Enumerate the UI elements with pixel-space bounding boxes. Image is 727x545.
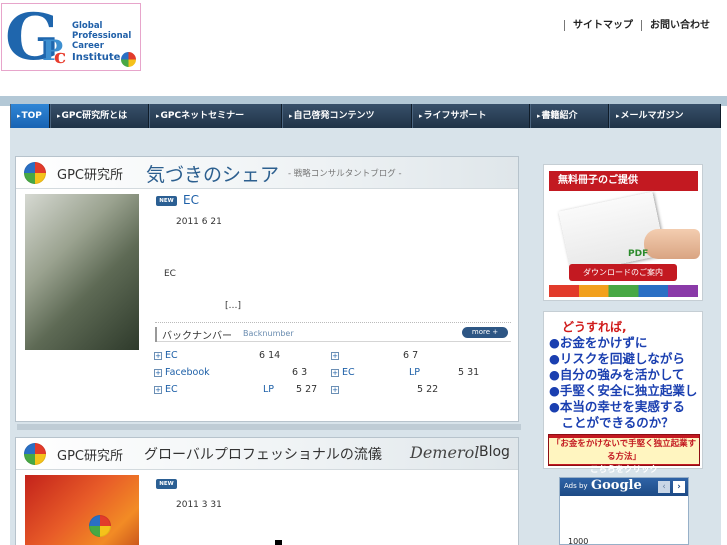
plus-icon: +: [331, 368, 339, 377]
backnumber-item-part[interactable]: LP: [409, 367, 420, 378]
panel-label: GPC研究所: [57, 449, 123, 464]
panel-shadow: [17, 424, 521, 430]
ads-header: Ads by Google ‹ ›: [560, 478, 688, 496]
gpc-logo[interactable]: G P c Global Professional Career Institu…: [1, 3, 141, 71]
backnumber-date: 6 14: [259, 350, 281, 361]
blog-subtitle: - 戦略コンサルタントブログ -: [288, 169, 402, 179]
promo-question: どうすれば,: [562, 320, 627, 334]
post-excerpt: EC: [164, 269, 176, 279]
booklet-heading: 無料冊子のご提供: [549, 171, 698, 191]
color-ball-icon: [24, 443, 46, 465]
backnumber-item[interactable]: +: [331, 384, 342, 395]
post-title-link[interactable]: EC: [183, 193, 199, 207]
top-links: サイトマップ お問い合わせ: [564, 16, 718, 31]
banner-line-1: 「お金をかけないで手堅く独立起業する方法」: [549, 438, 699, 464]
nav-books[interactable]: 書籍紹介: [530, 104, 609, 128]
post-date: 2011 3 31: [176, 500, 222, 510]
backnumber-bar: バックナンバー Backnumber more +: [155, 322, 511, 342]
sitemap-link[interactable]: サイトマップ: [564, 20, 641, 31]
plus-icon: +: [331, 385, 339, 394]
next-arrow-icon[interactable]: ›: [673, 481, 685, 493]
logo-line-professional: Professional: [72, 31, 132, 41]
backnumber-item[interactable]: + EC: [154, 384, 178, 395]
demerol-logo: Demerol: [410, 443, 480, 462]
backnumber-item[interactable]: + Facebook: [154, 367, 210, 378]
backnumber-item[interactable]: + EC: [331, 367, 355, 378]
backnumber-date: 6 7: [403, 350, 419, 361]
blog-title[interactable]: グローバルプロフェッショナルの流儀: [144, 444, 382, 464]
promo-line: ●リスクを回避しながら: [549, 351, 685, 366]
nav-about[interactable]: GPC研究所とは: [50, 104, 149, 128]
download-button[interactable]: ダウンロードのご案内: [569, 264, 677, 281]
new-badge: NEW: [156, 479, 177, 489]
promo-line: ●自分の強みを活かして: [549, 367, 685, 382]
contact-link[interactable]: お問い合わせ: [641, 20, 718, 31]
backnumber-date: 5 22: [417, 384, 439, 395]
nav-self-development[interactable]: 自己啓発コンテンツ: [282, 104, 412, 128]
blog-title[interactable]: 気づきのシェア: [146, 160, 279, 187]
nav-net-seminar[interactable]: GPCネットセミナー: [149, 104, 282, 128]
nav-mail-magazine[interactable]: メールマガジン: [609, 104, 721, 128]
backnumber-item[interactable]: + EC: [154, 350, 178, 361]
nav-life-support[interactable]: ライフサポート: [412, 104, 530, 128]
free-booklet-box[interactable]: 無料冊子のご提供 PDF ダウンロードのご案内: [543, 164, 703, 301]
promo-line: ●お金をかけずに: [549, 335, 648, 350]
color-ball-icon: [89, 515, 111, 537]
backnumber-label: バックナンバー: [155, 327, 232, 342]
blog-photo: [25, 194, 139, 350]
google-logo[interactable]: Google: [591, 478, 642, 493]
blog-panel-kizuki: GPC研究所 気づきのシェア - 戦略コンサルタントブログ - NEW EC 2…: [15, 156, 519, 422]
backnumber-date: 5 31: [458, 367, 480, 378]
logo-line-global: Global: [72, 21, 103, 31]
banner-line-2: こちらをクリック: [589, 465, 658, 475]
backnumber-item-part[interactable]: LP: [263, 384, 274, 395]
backnumber-label-en: Backnumber: [243, 329, 294, 338]
site-header: G P c Global Professional Career Institu…: [0, 0, 727, 96]
plus-icon: +: [154, 385, 162, 394]
plus-icon: +: [154, 368, 162, 377]
nav-top[interactable]: TOP: [10, 104, 50, 128]
logo-letter-c: c: [54, 44, 67, 68]
read-more-link[interactable]: […]: [225, 301, 241, 311]
backnumber-date: 6 3: [292, 367, 308, 378]
main-nav: TOP GPC研究所とは GPCネットセミナー 自己啓発コンテンツ ライフサポー…: [10, 104, 721, 128]
color-ball-icon: [121, 52, 136, 67]
pdf-label: PDF: [628, 249, 649, 259]
backnumber-date: 5 27: [296, 384, 318, 395]
color-stripe: [549, 285, 698, 297]
text-fragment: [275, 540, 282, 545]
more-button[interactable]: more +: [462, 327, 508, 338]
logo-line-career: Career: [72, 41, 104, 51]
backnumber-item[interactable]: +: [331, 350, 342, 361]
blog-panel-header: GPC研究所 グローバルプロフェッショナルの流儀 Demerol Blog: [16, 438, 518, 470]
promo-line: ことができるのか？: [549, 415, 674, 430]
blog-panel-demerol: GPC研究所 グローバルプロフェッショナルの流儀 Demerol Blog NE…: [15, 437, 519, 545]
hand-image: [644, 229, 700, 259]
color-ball-icon: [24, 162, 46, 184]
new-badge: NEW: [156, 196, 177, 206]
ad-text[interactable]: 1000: [568, 537, 588, 545]
ads-by-label: Ads by: [564, 482, 588, 490]
google-ads-box: Ads by Google ‹ › 1000: [559, 477, 689, 545]
startup-promo-box[interactable]: どうすれば, ●お金をかけずに ●リスクを回避しながら ●自分の強みを活かして …: [543, 311, 703, 475]
prev-arrow-icon[interactable]: ‹: [658, 481, 670, 493]
blog-photo: [25, 475, 139, 545]
plus-icon: +: [331, 351, 339, 360]
promo-line: ●手堅く安全に独立起業し: [549, 383, 698, 398]
promo-line: ●本当の幸せを実感する: [549, 399, 685, 414]
promo-click-banner[interactable]: 「お金をかけないで手堅く独立起業する方法」 こちらをクリック: [548, 434, 700, 475]
blog-panel-header: GPC研究所 気づきのシェア - 戦略コンサルタントブログ -: [16, 157, 518, 189]
logo-institute: Institute: [72, 52, 121, 63]
panel-label: GPC研究所: [57, 168, 123, 183]
plus-icon: +: [154, 351, 162, 360]
post-date: 2011 6 21: [176, 217, 222, 227]
blog-word: Blog: [479, 444, 510, 460]
